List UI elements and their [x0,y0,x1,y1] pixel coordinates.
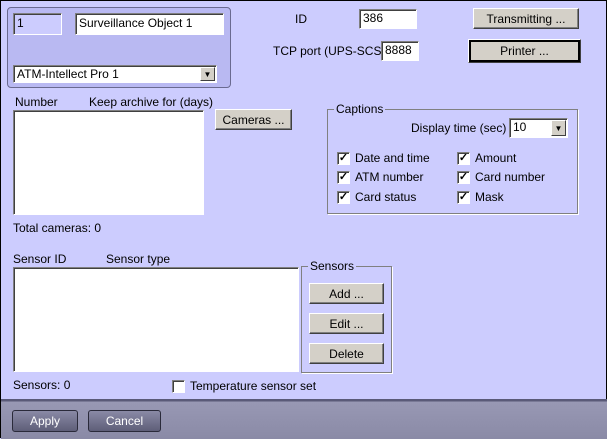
temperature-label: Temperature sensor set [190,379,317,393]
object-name-field[interactable]: Surveillance Object 1 [75,13,224,35]
cameras-list[interactable] [13,110,204,215]
caption-checkbox[interactable]: ✓ Mask [457,190,504,204]
id-field[interactable]: 386 [359,9,417,29]
caption-checkbox[interactable]: ✓ Card number [457,170,545,184]
col-sensor-id: Sensor ID [13,252,67,266]
caption-label: Date and time [355,151,430,165]
sensors-count: Sensors: 0 [13,378,71,392]
caption-checkbox[interactable]: ✓ ATM number [337,170,423,184]
printer-button[interactable]: Printer ... [468,39,581,63]
col-sensor-type: Sensor type [106,252,171,266]
captions-title: Captions [334,102,386,116]
check-icon[interactable]: ✓ [457,151,470,165]
sensors-title: Sensors [308,259,357,273]
caption-label: Amount [475,151,517,165]
display-time-value: 10 [513,120,527,134]
caption-checkbox[interactable]: ✓ Card status [337,190,416,204]
tcp-port-label: TCP port (UPS-SCS) [273,44,386,58]
caption-label: Card status [355,190,417,204]
chevron-down-icon[interactable]: ▼ [551,120,566,136]
apply-button[interactable]: Apply [12,410,78,432]
device-value: ATM-Intellect Pro 1 [17,67,119,81]
caption-checkbox[interactable]: ✓ Amount [457,151,516,165]
transmitting-button[interactable]: Transmitting ... [473,8,579,29]
total-cameras: Total cameras: 0 [13,221,102,235]
cancel-button[interactable]: Cancel [88,410,161,432]
id-label: ID [295,12,307,26]
checkbox-box[interactable] [172,379,185,393]
display-time-select[interactable]: 10 ▼ [509,118,568,138]
chevron-down-icon[interactable]: ▼ [200,67,215,81]
check-icon[interactable]: ✓ [337,190,350,204]
object-number-field[interactable]: 1 [13,13,62,35]
caption-label: ATM number [355,170,424,184]
display-time-label: Display time (sec) : [411,121,514,135]
check-icon[interactable]: ✓ [337,170,350,184]
add-sensor-button[interactable]: Add ... [309,283,384,304]
edit-sensor-button[interactable]: Edit ... [309,313,384,334]
device-select[interactable]: ATM-Intellect Pro 1 ▼ [13,65,217,83]
cameras-button[interactable]: Cameras ... [215,109,292,130]
col-archive: Keep archive for (days) [89,95,214,109]
caption-checkbox[interactable]: ✓ Date and time [337,151,430,165]
caption-label: Mask [475,190,504,204]
caption-label: Card number [475,170,546,184]
temperature-checkbox[interactable]: Temperature sensor set [172,379,316,393]
tcp-port-field[interactable]: 8888 [381,41,419,61]
check-icon[interactable]: ✓ [457,190,470,204]
check-icon[interactable]: ✓ [337,151,350,165]
check-icon[interactable]: ✓ [457,170,470,184]
col-number: Number [15,95,58,109]
sensors-list[interactable] [13,267,299,372]
delete-sensor-button[interactable]: Delete [309,343,384,364]
